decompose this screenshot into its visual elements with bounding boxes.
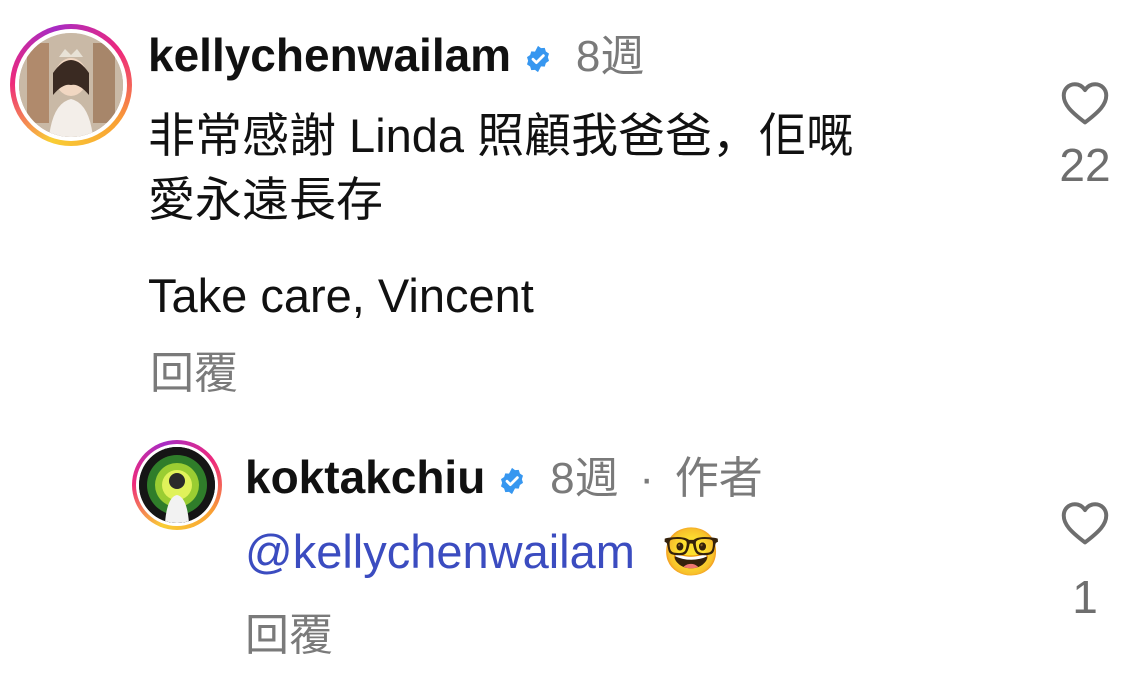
reply-comment-item: koktakchiu 8週 · 作者 @kellychenwailam 🤓 回覆…: [0, 420, 1143, 689]
avatar-photo-icon: [139, 447, 215, 523]
comment-text: @kellychenwailam 🤓: [245, 520, 721, 584]
like-button[interactable]: 1: [1052, 500, 1118, 620]
meta-separator: ·: [639, 454, 655, 503]
author-label: 作者: [674, 454, 763, 503]
username[interactable]: koktakchiu: [245, 451, 485, 503]
avatar-story-ring[interactable]: [132, 440, 222, 530]
mention-link[interactable]: @kellychenwailam: [245, 525, 635, 578]
comment-timestamp: 8週: [575, 32, 645, 81]
comment-item: kellychenwailam 8週 非常感謝 Linda 照顧我爸爸，佢嘅 愛…: [0, 0, 1143, 420]
comment-text-line: 愛永遠長存: [148, 173, 383, 226]
avatar-photo-icon: [19, 33, 123, 137]
comment-text: 非常感謝 Linda 照顧我爸爸，佢嘅 愛永遠長存 Take care, Vin…: [148, 104, 853, 328]
heart-outline-icon[interactable]: [1060, 500, 1110, 546]
reply-button[interactable]: 回覆: [150, 352, 238, 396]
comment-text-line: 非常感謝 Linda 照顧我爸爸，佢嘅: [148, 109, 854, 162]
avatar: [19, 33, 123, 137]
reply-button[interactable]: 回覆: [245, 614, 333, 658]
like-count: 1: [1072, 571, 1098, 623]
comment-text-line: Take care, Vincent: [148, 269, 534, 322]
avatar-story-ring[interactable]: [10, 24, 132, 146]
like-count: 22: [1059, 139, 1111, 191]
avatar: [139, 447, 215, 523]
heart-outline-icon[interactable]: [1060, 80, 1110, 126]
verified-badge-icon: [501, 467, 524, 494]
verified-badge-icon: [527, 45, 550, 72]
like-button[interactable]: 22: [1052, 80, 1118, 188]
nerd-face-emoji: 🤓: [661, 525, 721, 578]
username[interactable]: kellychenwailam: [148, 29, 511, 81]
comment-timestamp: 8週: [550, 454, 619, 503]
